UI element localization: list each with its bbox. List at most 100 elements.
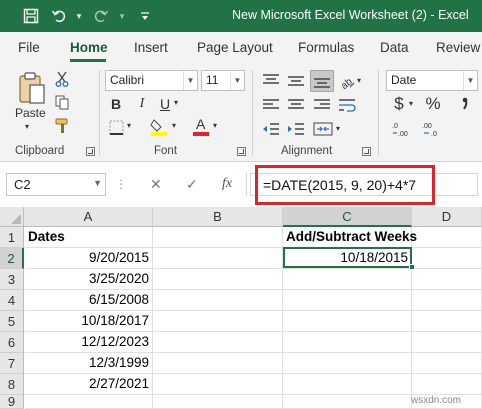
tab-insert[interactable]: Insert: [134, 40, 168, 55]
cell-a7[interactable]: 12/3/1999: [25, 353, 153, 374]
font-launcher-icon[interactable]: [237, 147, 246, 156]
borders-dropdown-icon[interactable]: ▾: [127, 121, 131, 130]
column-header-d[interactable]: D: [412, 207, 482, 227]
percent-button[interactable]: %: [425, 94, 441, 114]
italic-button[interactable]: I: [134, 95, 150, 113]
customize-icon[interactable]: [136, 7, 154, 25]
cell-c7[interactable]: [283, 353, 412, 374]
undo-dropdown-icon[interactable]: ▾: [70, 7, 88, 25]
font-color-dropdown-icon[interactable]: ▾: [213, 121, 217, 130]
bold-button[interactable]: B: [108, 95, 124, 113]
align-bottom-icon[interactable]: [310, 70, 334, 92]
column-header-a[interactable]: A: [24, 207, 153, 227]
currency-dropdown-icon[interactable]: ▾: [409, 99, 413, 108]
insert-function-button[interactable]: fx: [222, 176, 232, 192]
decrease-indent-icon[interactable]: [261, 120, 281, 138]
row-header-9[interactable]: 9: [0, 394, 24, 409]
cell-d7[interactable]: [412, 353, 482, 374]
clipboard-launcher-icon[interactable]: [86, 147, 95, 156]
cell-a6[interactable]: 12/12/2023: [25, 332, 153, 353]
cell-a3[interactable]: 3/25/2020: [25, 269, 153, 290]
cell-d3[interactable]: [412, 269, 482, 290]
tab-page-layout[interactable]: Page Layout: [197, 40, 273, 55]
paste-dropdown-icon[interactable]: ▾: [25, 122, 29, 131]
copy-icon[interactable]: [54, 94, 70, 110]
cell-b1[interactable]: [153, 227, 283, 248]
tab-formulas[interactable]: Formulas: [298, 40, 354, 55]
alignment-launcher-icon[interactable]: [362, 147, 371, 156]
cell-a5[interactable]: 10/18/2017: [25, 311, 153, 332]
font-name-select[interactable]: Calibri ▼: [105, 70, 198, 91]
cell-d4[interactable]: [412, 290, 482, 311]
orientation-icon[interactable]: ab: [337, 72, 357, 92]
cell-b3[interactable]: [153, 269, 283, 290]
cell-b2[interactable]: [153, 248, 283, 269]
align-right-icon[interactable]: [312, 96, 332, 114]
cell-d1[interactable]: [412, 227, 482, 248]
row-header-6[interactable]: 6: [0, 332, 24, 353]
redo-dropdown-icon[interactable]: ▾: [113, 7, 131, 25]
tab-data[interactable]: Data: [380, 40, 409, 55]
cell-c1[interactable]: Add/Subtract Weeks: [283, 227, 417, 248]
decrease-decimal-icon[interactable]: .00.0: [422, 120, 444, 138]
cancel-button[interactable]: ✕: [150, 176, 162, 193]
cell-a4[interactable]: 6/15/2008: [25, 290, 153, 311]
fill-color-icon[interactable]: [148, 116, 170, 138]
cut-icon[interactable]: [54, 71, 70, 87]
increase-indent-icon[interactable]: [286, 120, 306, 138]
cell-c5[interactable]: [283, 311, 412, 332]
borders-icon[interactable]: [107, 118, 125, 136]
increase-decimal-icon[interactable]: .0.00: [392, 120, 414, 138]
paste-label[interactable]: Paste: [15, 106, 46, 120]
cell-a2[interactable]: 9/20/2015: [25, 248, 153, 269]
fill-color-dropdown-icon[interactable]: ▾: [172, 121, 176, 130]
cell-d8[interactable]: [412, 374, 482, 395]
font-size-select[interactable]: 11 ▼: [201, 70, 245, 91]
undo-icon[interactable]: [50, 7, 68, 25]
tab-home[interactable]: Home: [70, 40, 108, 55]
cell-b9[interactable]: [153, 395, 283, 409]
row-header-4[interactable]: 4: [0, 290, 24, 311]
align-left-icon[interactable]: [261, 96, 281, 114]
column-header-b[interactable]: B: [153, 207, 283, 227]
cell-b6[interactable]: [153, 332, 283, 353]
cell-b7[interactable]: [153, 353, 283, 374]
cell-c8[interactable]: [283, 374, 412, 395]
enter-button[interactable]: ✓: [186, 176, 198, 193]
cell-a1[interactable]: Dates: [25, 227, 153, 248]
cell-c9[interactable]: [283, 395, 412, 409]
align-middle-icon[interactable]: [286, 72, 306, 90]
cell-c3[interactable]: [283, 269, 412, 290]
row-header-3[interactable]: 3: [0, 269, 24, 290]
cell-c6[interactable]: [283, 332, 412, 353]
comma-style-icon[interactable]: [455, 94, 475, 114]
underline-button[interactable]: U: [157, 95, 173, 113]
formula-bar-grip-icon[interactable]: ⋮: [115, 177, 127, 191]
number-format-select[interactable]: Date ▼: [386, 70, 478, 91]
redo-icon[interactable]: [92, 7, 110, 25]
save-icon[interactable]: [22, 7, 40, 25]
row-header-7[interactable]: 7: [0, 353, 24, 374]
align-top-icon[interactable]: [261, 72, 281, 90]
cell-d6[interactable]: [412, 332, 482, 353]
cell-b4[interactable]: [153, 290, 283, 311]
fill-handle[interactable]: [409, 264, 415, 270]
align-center-icon[interactable]: [286, 96, 306, 114]
row-header-5[interactable]: 5: [0, 311, 24, 332]
cell-c4[interactable]: [283, 290, 412, 311]
cell-b8[interactable]: [153, 374, 283, 395]
orientation-dropdown-icon[interactable]: ▾: [357, 76, 361, 85]
tab-review[interactable]: Review: [436, 40, 480, 55]
cell-a8[interactable]: 2/27/2021: [25, 374, 153, 395]
merge-center-icon[interactable]: [312, 120, 334, 138]
row-header-8[interactable]: 8: [0, 374, 24, 395]
format-painter-icon[interactable]: [54, 117, 70, 135]
cell-a9[interactable]: [25, 395, 153, 409]
cell-b5[interactable]: [153, 311, 283, 332]
row-header-1[interactable]: 1: [0, 227, 24, 248]
select-all-button[interactable]: [0, 207, 24, 227]
underline-dropdown-icon[interactable]: ▾: [174, 98, 178, 107]
cell-d2[interactable]: [412, 248, 482, 269]
row-header-2[interactable]: 2: [0, 248, 24, 269]
font-color-icon[interactable]: A: [191, 116, 211, 138]
